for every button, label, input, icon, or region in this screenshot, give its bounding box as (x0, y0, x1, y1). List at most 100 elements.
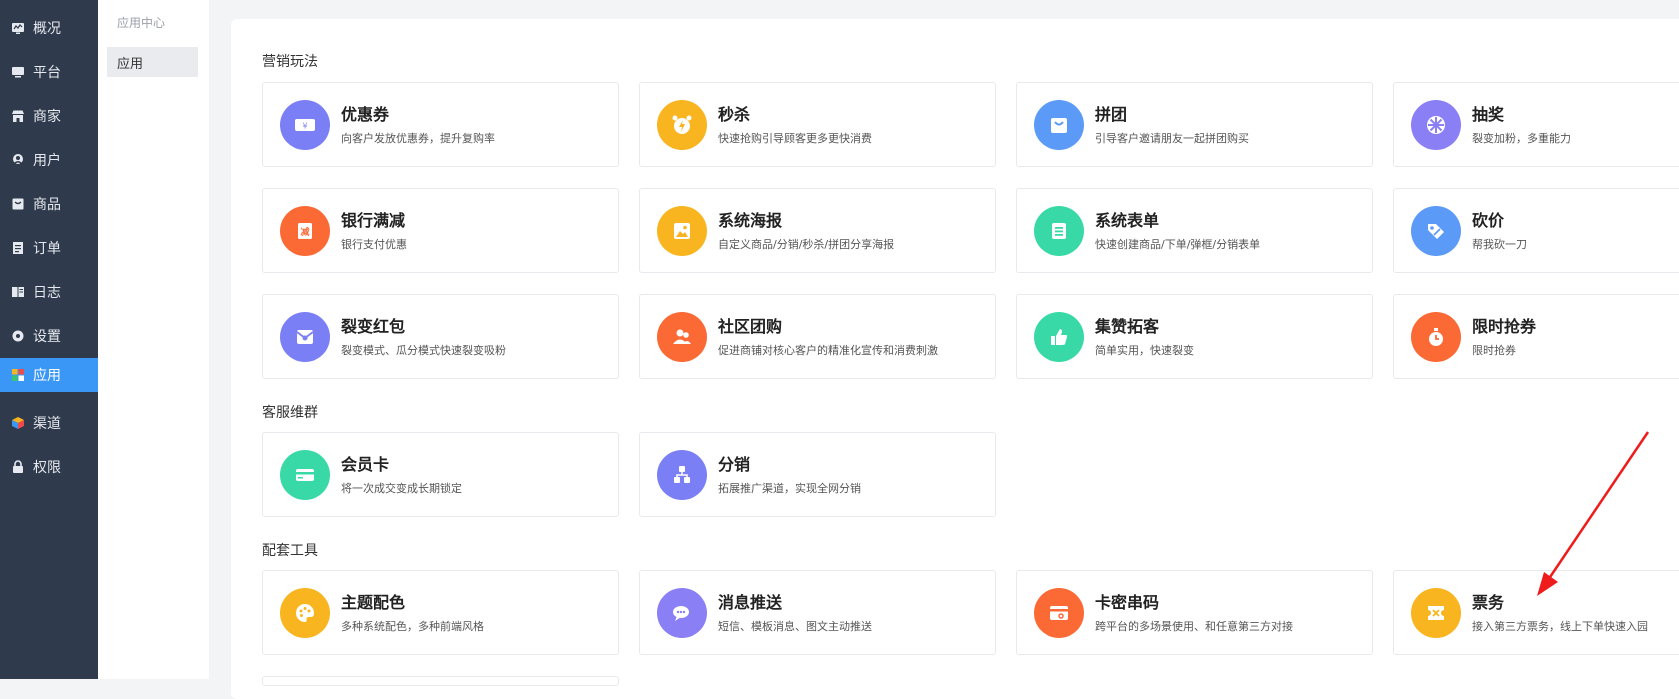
app-card-card-key[interactable]: 卡密串码 跨平台的多场景使用、和任意第三方对接 (1016, 570, 1373, 655)
nav-label: 商品 (33, 197, 61, 213)
app-card-group[interactable]: 拼团 引导客户邀请朋友一起拼团购买 (1016, 82, 1373, 167)
card-desc: 将一次成交变成长期锁定 (341, 482, 462, 495)
card-desc: 银行支付优惠 (341, 238, 407, 251)
app-card-form[interactable]: 系统表单 快速创建商品/下单/弹框/分销表单 (1016, 188, 1373, 273)
shopping-bag-icon (1034, 100, 1084, 150)
app-card-bank-discount[interactable]: 减 银行满减 银行支付优惠 (262, 188, 619, 273)
app-card-bargain[interactable]: 砍价 帮我砍一刀 (1393, 188, 1679, 273)
lock-icon (11, 460, 25, 474)
alarm-clock-icon (657, 100, 707, 150)
card-title: 主题配色 (341, 593, 406, 612)
nav-item-log[interactable]: 日志 (0, 274, 98, 310)
nav-label: 平台 (33, 65, 61, 81)
svg-text:¥: ¥ (302, 122, 307, 131)
card-desc: 接入第三方票务，线上下单快速入园 (1472, 620, 1648, 633)
card-title: 秒杀 (718, 105, 751, 124)
card-desc: 简单实用，快速裂变 (1095, 344, 1194, 357)
nav-label: 订单 (33, 241, 61, 257)
nav-item-channel[interactable]: 渠道 (0, 405, 98, 441)
app-card-community[interactable]: 社区团购 促进商铺对核心客户的精准化宣传和消费刺激 (639, 294, 996, 379)
form-icon (1034, 206, 1084, 256)
app-card-red-packet[interactable]: 裂变红包 裂变模式、瓜分模式快速裂变吸粉 (262, 294, 619, 379)
card-title: 消息推送 (718, 593, 783, 612)
nav-label: 商家 (33, 109, 61, 125)
image-icon (657, 206, 707, 256)
card-title: 会员卡 (341, 455, 390, 474)
card-title: 分销 (718, 455, 751, 474)
app-card-seckill[interactable]: 秒杀 快速抢购引导顾客更多更快消费 (639, 82, 996, 167)
card-title: 裂变红包 (341, 317, 406, 336)
secondary-sidebar: 应用中心 应用 (98, 0, 209, 679)
app-card-theme[interactable]: 主题配色 多种系统配色，多种前端风格 (262, 570, 619, 655)
card-desc: 裂变加粉，多重能力 (1472, 132, 1571, 145)
nav-item-merchant[interactable]: 商家 (0, 98, 98, 134)
nav-label: 日志 (33, 285, 61, 301)
app-card-poster[interactable]: 系统海报 自定义商品/分销/秒杀/拼团分享海报 (639, 188, 996, 273)
key-card-icon (1034, 588, 1084, 638)
nav-item-permission[interactable]: 权限 (0, 449, 98, 485)
nav-label: 渠道 (33, 416, 61, 432)
app-card-message[interactable]: 消息推送 短信、模板消息、图文主动推送 (639, 570, 996, 655)
goods-icon (11, 197, 25, 211)
ticket-stub-icon (1411, 588, 1461, 638)
app-card-partial[interactable] (262, 676, 619, 686)
gear-icon (11, 329, 25, 343)
app-card-flash-coupon[interactable]: 限时抢券 限时抢券 (1393, 294, 1679, 379)
section-title-marketing: 营销玩法 (262, 54, 318, 70)
nav-item-settings[interactable]: 设置 (0, 318, 98, 354)
network-icon (657, 450, 707, 500)
card-title: 系统表单 (1095, 211, 1160, 230)
section-title-tools: 配套工具 (262, 543, 318, 559)
nav-item-user[interactable]: 用户 (0, 142, 98, 178)
nav-label: 概况 (33, 21, 61, 37)
order-icon (11, 241, 25, 255)
card-title: 社区团购 (718, 317, 783, 336)
cube-icon (11, 416, 25, 430)
nav-label: 用户 (33, 153, 61, 169)
nav-item-order[interactable]: 订单 (0, 230, 98, 266)
card-desc: 裂变模式、瓜分模式快速裂变吸粉 (341, 344, 506, 357)
nav-label: 权限 (33, 460, 61, 476)
wheel-icon (1411, 100, 1461, 150)
card-title: 票务 (1472, 593, 1505, 612)
card-icon (280, 450, 330, 500)
card-title: 限时抢券 (1472, 317, 1537, 336)
card-desc: 向客户发放优惠券，提升复购率 (341, 132, 495, 145)
section-title-service: 客服维群 (262, 405, 318, 421)
nav-item-overview[interactable]: 概况 (0, 10, 98, 46)
store-icon (11, 109, 25, 123)
nav-item-goods[interactable]: 商品 (0, 186, 98, 222)
annotation-arrow-icon (1537, 431, 1650, 596)
people-icon (657, 312, 707, 362)
chat-icon (657, 588, 707, 638)
app-card-distribution[interactable]: 分销 拓展推广渠道，实现全网分销 (639, 432, 996, 517)
user-icon (11, 153, 25, 167)
card-desc: 引导客户邀请朋友一起拼团购买 (1095, 132, 1249, 145)
card-desc: 限时抢券 (1472, 344, 1516, 357)
price-tag-icon (1411, 206, 1461, 256)
dashboard-icon (11, 21, 25, 35)
card-desc: 跨平台的多场景使用、和任意第三方对接 (1095, 620, 1293, 633)
ticket-icon: ¥ (280, 100, 330, 150)
subpanel-item-apps[interactable]: 应用 (107, 47, 198, 77)
card-desc: 促进商铺对核心客户的精准化宣传和消费刺激 (718, 344, 938, 357)
app-card-likes[interactable]: 集赞拓客 简单实用，快速裂变 (1016, 294, 1373, 379)
nav-item-apps[interactable]: 应用 (0, 358, 98, 392)
app-card-lottery[interactable]: 抽奖 裂变加粉，多重能力 (1393, 82, 1679, 167)
apps-icon (11, 368, 25, 382)
card-title: 抽奖 (1472, 105, 1505, 124)
card-desc: 短信、模板消息、图文主动推送 (718, 620, 872, 633)
card-desc: 帮我砍一刀 (1472, 238, 1527, 251)
card-desc: 快速创建商品/下单/弹框/分销表单 (1095, 238, 1261, 251)
main-sidebar: 概况 平台 商家 用户 商品 订单 日志 设置 应用 渠道 权限 (0, 0, 98, 679)
card-title: 银行满减 (341, 211, 406, 230)
nav-label: 应用 (33, 368, 61, 384)
card-title: 系统海报 (718, 211, 783, 230)
red-packet-icon (280, 312, 330, 362)
app-card-coupon[interactable]: ¥ 优惠券 向客户发放优惠券，提升复购率 (262, 82, 619, 167)
app-card-member[interactable]: 会员卡 将一次成交变成长期锁定 (262, 432, 619, 517)
card-desc: 多种系统配色，多种前端风格 (341, 620, 484, 633)
nav-item-platform[interactable]: 平台 (0, 54, 98, 90)
card-desc: 快速抢购引导顾客更多更快消费 (718, 132, 872, 145)
card-desc: 自定义商品/分销/秒杀/拼团分享海报 (718, 238, 895, 251)
